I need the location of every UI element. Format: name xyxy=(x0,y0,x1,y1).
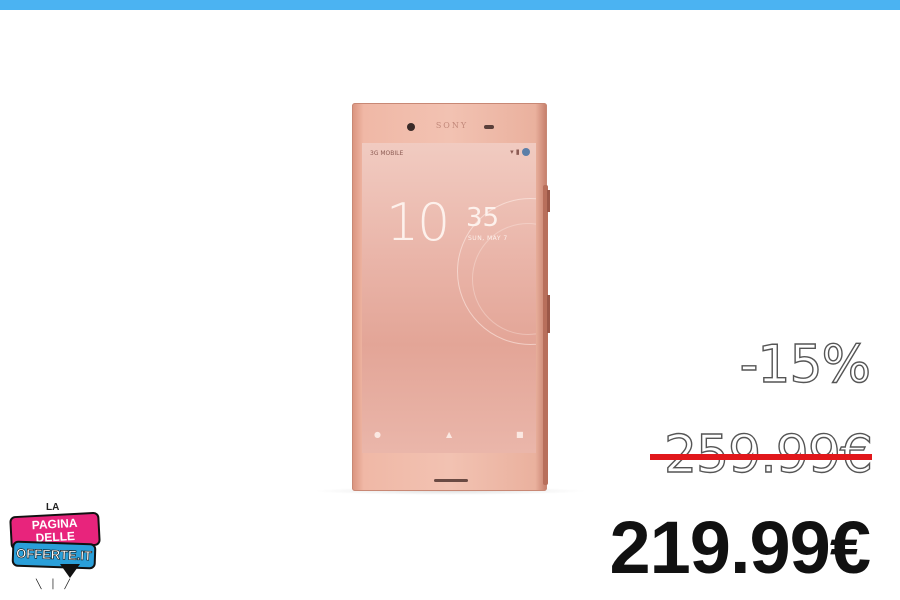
phone-edge xyxy=(543,185,548,485)
logo-line-la: LA xyxy=(46,502,60,513)
phone-volume-button xyxy=(547,190,550,212)
avatar-icon xyxy=(522,148,530,156)
old-price-strikethrough xyxy=(650,454,872,460)
camera-icon: ■ xyxy=(516,430,524,439)
lock-icon: ▲ xyxy=(446,430,453,439)
front-camera xyxy=(407,123,415,131)
clock-hour: 10 xyxy=(386,193,450,253)
status-carrier: 3G MOBILE xyxy=(370,150,404,157)
phone-brand: SONY xyxy=(435,121,469,130)
logo-sparks-icon: ╲ │ ╱ xyxy=(36,580,73,590)
logo-speech-tail xyxy=(60,564,80,578)
logo-blue-banner: OFFERTE.IT xyxy=(11,540,97,570)
mic-icon: ● xyxy=(374,430,381,439)
top-accent-bar xyxy=(0,0,900,10)
clock-minute: 35 xyxy=(466,203,500,233)
phone-power-button xyxy=(547,295,550,333)
new-price: 219.99€ xyxy=(609,506,871,589)
clock-date: SUN, MAY 7 xyxy=(468,235,508,242)
status-icons: ▾ ▮ xyxy=(510,148,530,156)
logo-line-offerte: OFFERTE.IT xyxy=(15,545,93,564)
product-image: SONY 3G MOBILE ▾ ▮ 10 35 SUN, MAY 7 ● ▲ … xyxy=(300,95,600,505)
lockscreen-bar: ● ▲ ■ xyxy=(362,425,536,447)
site-logo: LA PAGINA DELLE OFFERTE.IT ╲ │ ╱ xyxy=(8,500,101,595)
phone-sensor xyxy=(484,125,494,129)
phone-screen: 3G MOBILE ▾ ▮ 10 35 SUN, MAY 7 ● ▲ ■ xyxy=(362,143,536,453)
phone-speaker xyxy=(434,479,468,482)
discount-percent: -15% xyxy=(739,334,872,395)
